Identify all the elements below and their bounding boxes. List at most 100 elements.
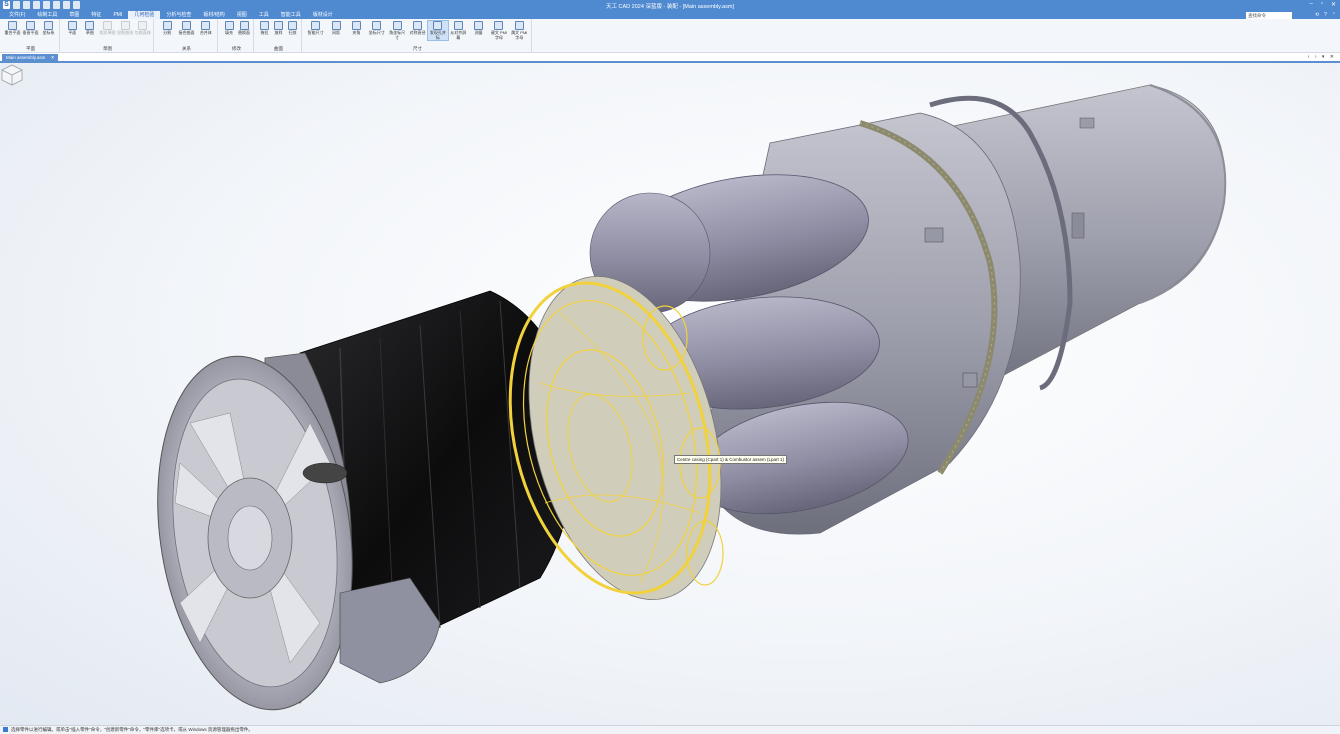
ribbon-button-icon — [474, 21, 484, 30]
ribbon-button-icon — [239, 21, 249, 30]
menu-tab[interactable]: PMI — [107, 11, 128, 19]
ribbon-button-label: 垂直平面 — [22, 30, 39, 35]
ribbon-button-label: 智能尺寸 — [307, 30, 324, 35]
ribbon-button-icon — [181, 21, 191, 30]
ribbon-button-label: 包络面线 — [134, 30, 151, 35]
ribbon-button[interactable]: 合并体 — [197, 21, 215, 36]
ribbon-button[interactable]: 坐标尺寸 — [367, 21, 386, 36]
ribbon-button[interactable]: 替换面 — [237, 21, 251, 36]
menu-tab[interactable]: 几何检验 — [128, 11, 161, 19]
ribbon-button-label: 分割 — [163, 30, 172, 35]
ribbon-button-icon — [260, 21, 269, 30]
tab-controls[interactable]: ‹ › ▾ ✕ — [1308, 54, 1336, 60]
menu-tab[interactable]: 特征 — [85, 11, 107, 19]
ribbon-button[interactable]: 测量 — [469, 21, 488, 36]
title-bar: S 天工 CAD 2024 深蓝版 - 装配 - [Main assembly.… — [0, 0, 1340, 11]
ribbon-tabs: 文件(F) 绘制工具 草图 特征 PMI 几何检验 分析与检查 钣材/结构 视图 工具 智能工具 钣材… — [3, 11, 339, 19]
ribbon-button-icon — [120, 21, 130, 30]
menu-tab[interactable]: 工具 — [253, 11, 275, 19]
menu-tab[interactable]: 钣材/结构 — [197, 11, 230, 19]
ribbon-button[interactable]: 键文 PMI 字母 — [489, 21, 508, 40]
ribbon-button-icon — [372, 21, 382, 30]
ribbon-button[interactable]: 放样 — [272, 21, 285, 36]
maximize-button[interactable]: ▫ — [1321, 1, 1323, 8]
assembly-model — [157, 84, 1227, 711]
ribbon-button-icon — [274, 21, 283, 30]
ribbon-group: 智能尺寸 间距 夹角 坐标尺寸 角坐标尺寸 对称直径 发现孔并标 从对齐屏幕 测量 键文 PMI … — [304, 19, 532, 53]
ribbon-button[interactable]: 夹角 — [347, 21, 366, 36]
ribbon-button[interactable]: 间距 — [326, 21, 345, 36]
ribbon-button[interactable]: 重合平面 — [4, 21, 21, 36]
ribbon-button-label: 测量 — [474, 30, 483, 35]
ribbon-button[interactable]: 相关草图 — [99, 21, 116, 36]
menu-tab[interactable]: 视图 — [231, 11, 253, 19]
ribbon-button-icon — [138, 21, 148, 30]
document-tab-label: Main assembly.asm — [6, 55, 46, 60]
ribbon-button-label: 放样 — [274, 30, 283, 35]
ribbon-group: 填充 替换面 修改 — [220, 19, 254, 53]
ribbon-button[interactable]: 包络面线 — [134, 21, 151, 36]
menu-tab[interactable]: 智能工具 — [275, 11, 307, 19]
ribbon-button-icon — [453, 21, 463, 30]
ribbon-button[interactable]: 智能尺寸 — [306, 21, 325, 36]
ribbon-button[interactable]: 扫掠 — [286, 21, 299, 36]
collapse-ribbon-icon[interactable]: ⌃ — [1332, 11, 1336, 19]
ribbon-button[interactable]: 对称直径 — [408, 21, 427, 36]
ribbon-button-icon — [201, 21, 211, 30]
ribbon-button[interactable]: 角坐标尺寸 — [387, 21, 406, 40]
view-cube-icon[interactable] — [0, 63, 24, 87]
ribbon-group-label: 草图 — [103, 46, 112, 51]
ribbon-button-label: 属文 PMI 字母 — [511, 30, 528, 40]
ribbon-button[interactable]: 拖拉 — [258, 21, 271, 36]
ribbon-button-label: 角坐标尺寸 — [389, 30, 406, 40]
ribbon-button-icon — [44, 21, 53, 30]
ribbon-group: 拖拉 放样 扫掠 曲面 — [256, 19, 302, 53]
ribbon-button-label: 键文 PMI 字母 — [490, 30, 508, 40]
ribbon-button-icon — [102, 21, 112, 30]
ribbon-button[interactable]: 坐标系 — [40, 21, 57, 36]
ribbon-button[interactable]: 填充 — [222, 21, 236, 36]
ribbon-group: 分割 接合曲面 合并体 关系 — [156, 19, 218, 53]
menu-tab[interactable]: 草图 — [63, 11, 85, 19]
menu-tab[interactable]: 文件(F) — [3, 11, 31, 19]
3d-viewport[interactable]: Centre casing (Cpart 1) & Combustor asse… — [0, 63, 1340, 725]
ribbon-button-label: 草图 — [85, 30, 94, 35]
close-button[interactable]: ✕ — [1331, 1, 1336, 8]
status-bar: 选择零件以进行编辑。或单击"插入零件"命令，"创建新零件"命令，"零件库"选项卡… — [0, 725, 1340, 734]
ribbon-group: 重合平面 垂直平面 坐标系 平面 — [2, 19, 60, 53]
ribbon-button[interactable]: 草图 — [82, 21, 99, 36]
ribbon-button[interactable]: 从对齐屏幕 — [449, 21, 468, 40]
ribbon-button-label: 坐标尺寸 — [368, 30, 385, 35]
ribbon-button-icon — [67, 21, 77, 30]
ribbon-button[interactable]: 接合曲面 — [177, 21, 195, 36]
minimize-button[interactable]: – — [1309, 1, 1312, 8]
ribbon-button[interactable]: 垂直平面 — [22, 21, 39, 36]
ribbon-button-label: 从对齐屏幕 — [450, 30, 467, 40]
ribbon-button-label: 相关草图 — [99, 30, 116, 35]
ribbon-button-icon — [8, 21, 17, 30]
ribbon-button-icon — [412, 21, 422, 30]
menu-tab[interactable]: 钣材设计 — [307, 11, 339, 19]
ribbon-button-label: 合并体 — [199, 30, 212, 35]
help-icon[interactable]: ? — [1324, 11, 1327, 19]
ribbon-button-icon — [392, 21, 402, 30]
close-tab-icon[interactable]: ✕ — [51, 55, 55, 60]
document-tab-bar: Main assembly.asm ✕ ‹ › ▾ ✕ — [0, 53, 1340, 63]
ribbon-button[interactable]: 平面 — [64, 21, 81, 36]
ribbon-button[interactable]: 发现孔并标 — [427, 20, 449, 41]
ribbon: 重合平面 垂直平面 坐标系 平面 平面 草图 相关草图 投影曲线 包络面线 草图 分割 接合曲面 合并体… — [0, 19, 1340, 53]
menu-tab[interactable]: 分析与检查 — [160, 11, 197, 19]
ribbon-button-icon — [224, 21, 234, 30]
ribbon-button-icon — [331, 21, 341, 30]
ribbon-button-icon — [514, 21, 524, 30]
document-tab[interactable]: Main assembly.asm ✕ — [2, 54, 59, 62]
ribbon-button[interactable]: 投影曲线 — [117, 21, 134, 36]
command-search-input[interactable]: 查找命令 — [1246, 12, 1292, 19]
menu-bar: 文件(F) 绘制工具 草图 特征 PMI 几何检验 分析与检查 钣材/结构 视图 工具 智能工具 钣材… — [0, 11, 1340, 19]
menu-tab[interactable]: 绘制工具 — [31, 11, 63, 19]
refresh-icon[interactable]: ⟲ — [1315, 11, 1319, 19]
ribbon-button[interactable]: 属文 PMI 字母 — [510, 21, 529, 40]
ribbon-button[interactable]: 分割 — [158, 21, 176, 36]
ribbon-button-label: 坐标系 — [42, 30, 55, 35]
ribbon-button-icon — [433, 21, 443, 30]
